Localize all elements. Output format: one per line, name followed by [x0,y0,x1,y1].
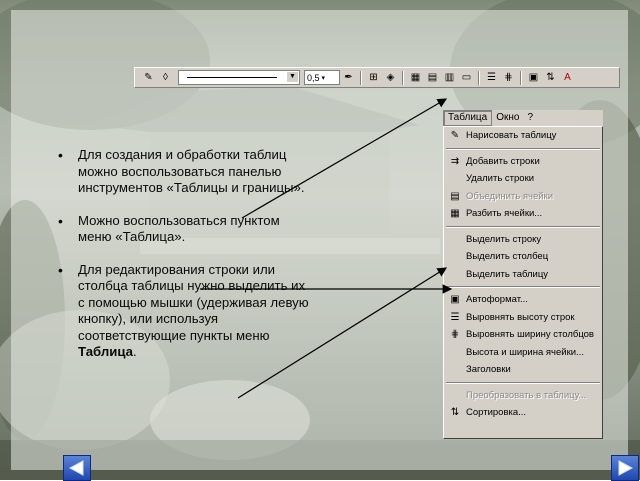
prev-slide-button[interactable] [63,455,91,481]
prev-slide-arrow-icon [68,460,84,476]
arrow-to-toolbar [241,98,448,219]
next-slide-arrow-icon [618,460,634,476]
next-slide-button[interactable] [611,455,639,481]
arrow-to-select-items [237,267,448,399]
pointer-arrows [200,98,453,399]
